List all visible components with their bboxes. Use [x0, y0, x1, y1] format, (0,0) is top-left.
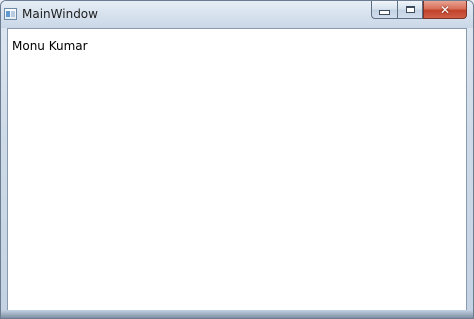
- minimize-button[interactable]: [371, 1, 397, 19]
- main-window: MainWindow ✕ Monu Kumar: [0, 0, 474, 319]
- minimize-icon: [379, 10, 390, 15]
- window-content-area: Monu Kumar: [7, 28, 467, 312]
- maximize-button[interactable]: [397, 1, 423, 19]
- maximize-icon: [405, 6, 415, 13]
- close-icon: ✕: [439, 2, 451, 17]
- window-title: MainWindow: [22, 7, 98, 21]
- application-window-icon[interactable]: [4, 8, 17, 20]
- name-label: Monu Kumar: [12, 39, 88, 53]
- title-bar[interactable]: MainWindow ✕: [1, 1, 473, 28]
- close-button[interactable]: ✕: [423, 1, 467, 19]
- caption-buttons: ✕: [371, 1, 467, 21]
- window-bottom-border: [1, 310, 473, 318]
